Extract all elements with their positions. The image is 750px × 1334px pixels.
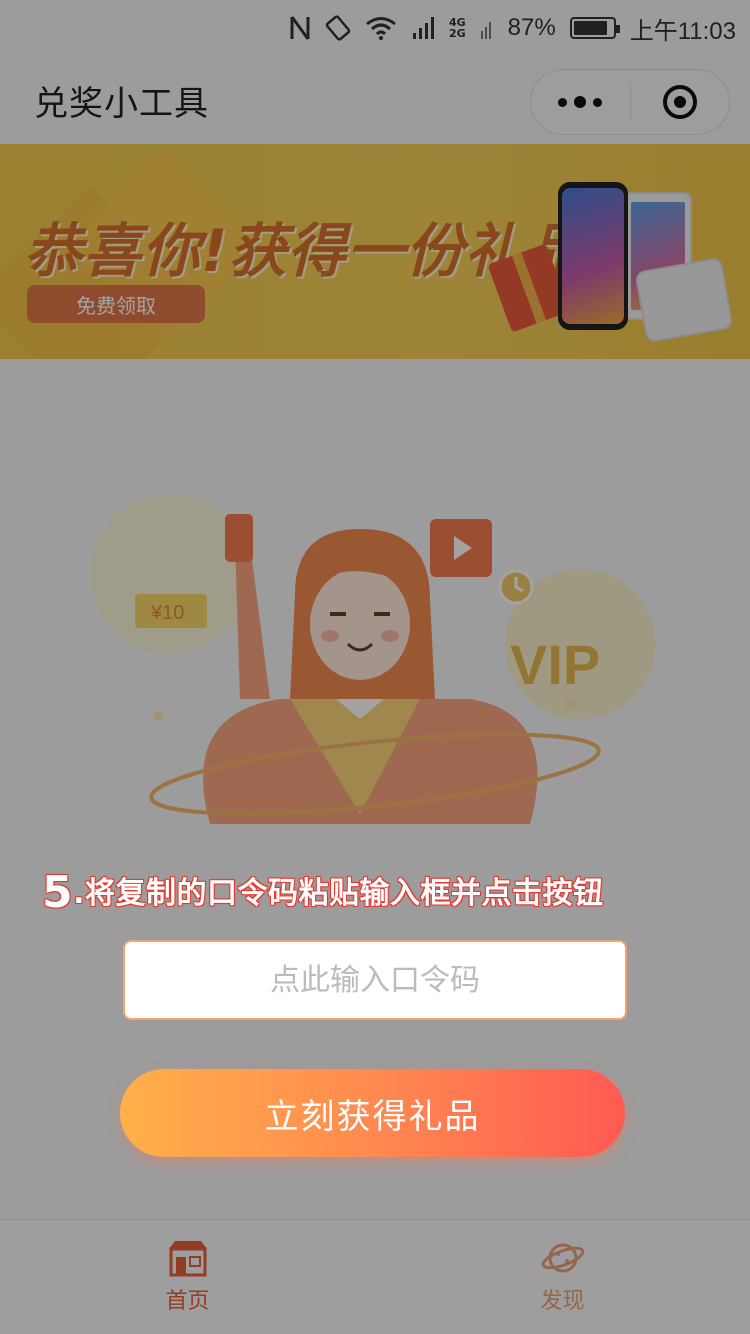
battery-fill xyxy=(573,21,607,35)
battery-percent: 87% xyxy=(507,14,556,41)
target-icon xyxy=(662,85,697,119)
get-gift-button[interactable]: 立刻获得礼品 xyxy=(120,1069,625,1157)
play-icon xyxy=(430,519,492,577)
tab-home[interactable]: 首页 xyxy=(0,1220,375,1334)
step-instruction: 5.将复制的口令码粘贴输入框并点击按钮 xyxy=(42,867,604,918)
tab-home-label: 首页 xyxy=(165,1289,210,1314)
status-bar: 4G 2G 87% 上午11:03 xyxy=(0,0,750,56)
step-instruction-text: .将复制的口令码粘贴输入框并点击按钮 xyxy=(73,876,604,911)
ticket-icon: ¥10 xyxy=(135,594,207,628)
vip-label: VIP xyxy=(510,633,600,696)
speaker-box-image xyxy=(634,256,734,344)
nfc-icon xyxy=(289,15,311,41)
free-claim-button[interactable]: 免费领取 xyxy=(27,285,205,323)
signal-icon xyxy=(411,15,435,41)
step-number: 5 xyxy=(42,867,74,918)
tab-discover-label: 发现 xyxy=(540,1289,585,1314)
ticket-label: ¥10 xyxy=(150,602,184,624)
store-icon xyxy=(168,1241,207,1277)
code-input[interactable] xyxy=(123,940,627,1020)
clock: 上午11:03 xyxy=(629,17,736,45)
signal-icon-secondary xyxy=(480,15,494,41)
planet-icon xyxy=(541,1243,584,1273)
more-button[interactable] xyxy=(531,70,630,134)
wifi-icon xyxy=(365,15,397,41)
network-type-icon: 4G 2G xyxy=(449,17,466,39)
main-content: ¥10 VIP 5.将复制的口令码粘贴输入框并点击按钮 点此输入口令码 立刻获得… xyxy=(0,359,750,1219)
phone-in-hand-icon xyxy=(225,514,253,562)
title-bar: 兑奖小工具 xyxy=(0,56,750,144)
more-dot-icon xyxy=(558,97,568,107)
gift-illustration: ¥10 VIP xyxy=(90,494,655,824)
network-label-2g: 2G xyxy=(448,27,466,40)
close-miniprogram-button[interactable] xyxy=(630,70,729,134)
page-title: 兑奖小工具 xyxy=(34,83,209,124)
tab-discover[interactable]: 发现 xyxy=(375,1220,750,1334)
rotation-icon xyxy=(325,15,351,41)
tab-bar: 首页 发现 xyxy=(0,1219,750,1334)
more-dot-icon xyxy=(593,97,603,107)
more-dot-icon xyxy=(574,96,587,108)
person-arm xyxy=(235,544,270,699)
clock-icon xyxy=(498,569,534,605)
phone-image xyxy=(558,182,628,330)
battery-icon xyxy=(569,17,620,39)
person-face xyxy=(310,568,410,680)
menu-capsule xyxy=(530,69,730,135)
promo-banner[interactable]: 恭喜你!获得一份礼品 免费领取 xyxy=(0,144,750,359)
